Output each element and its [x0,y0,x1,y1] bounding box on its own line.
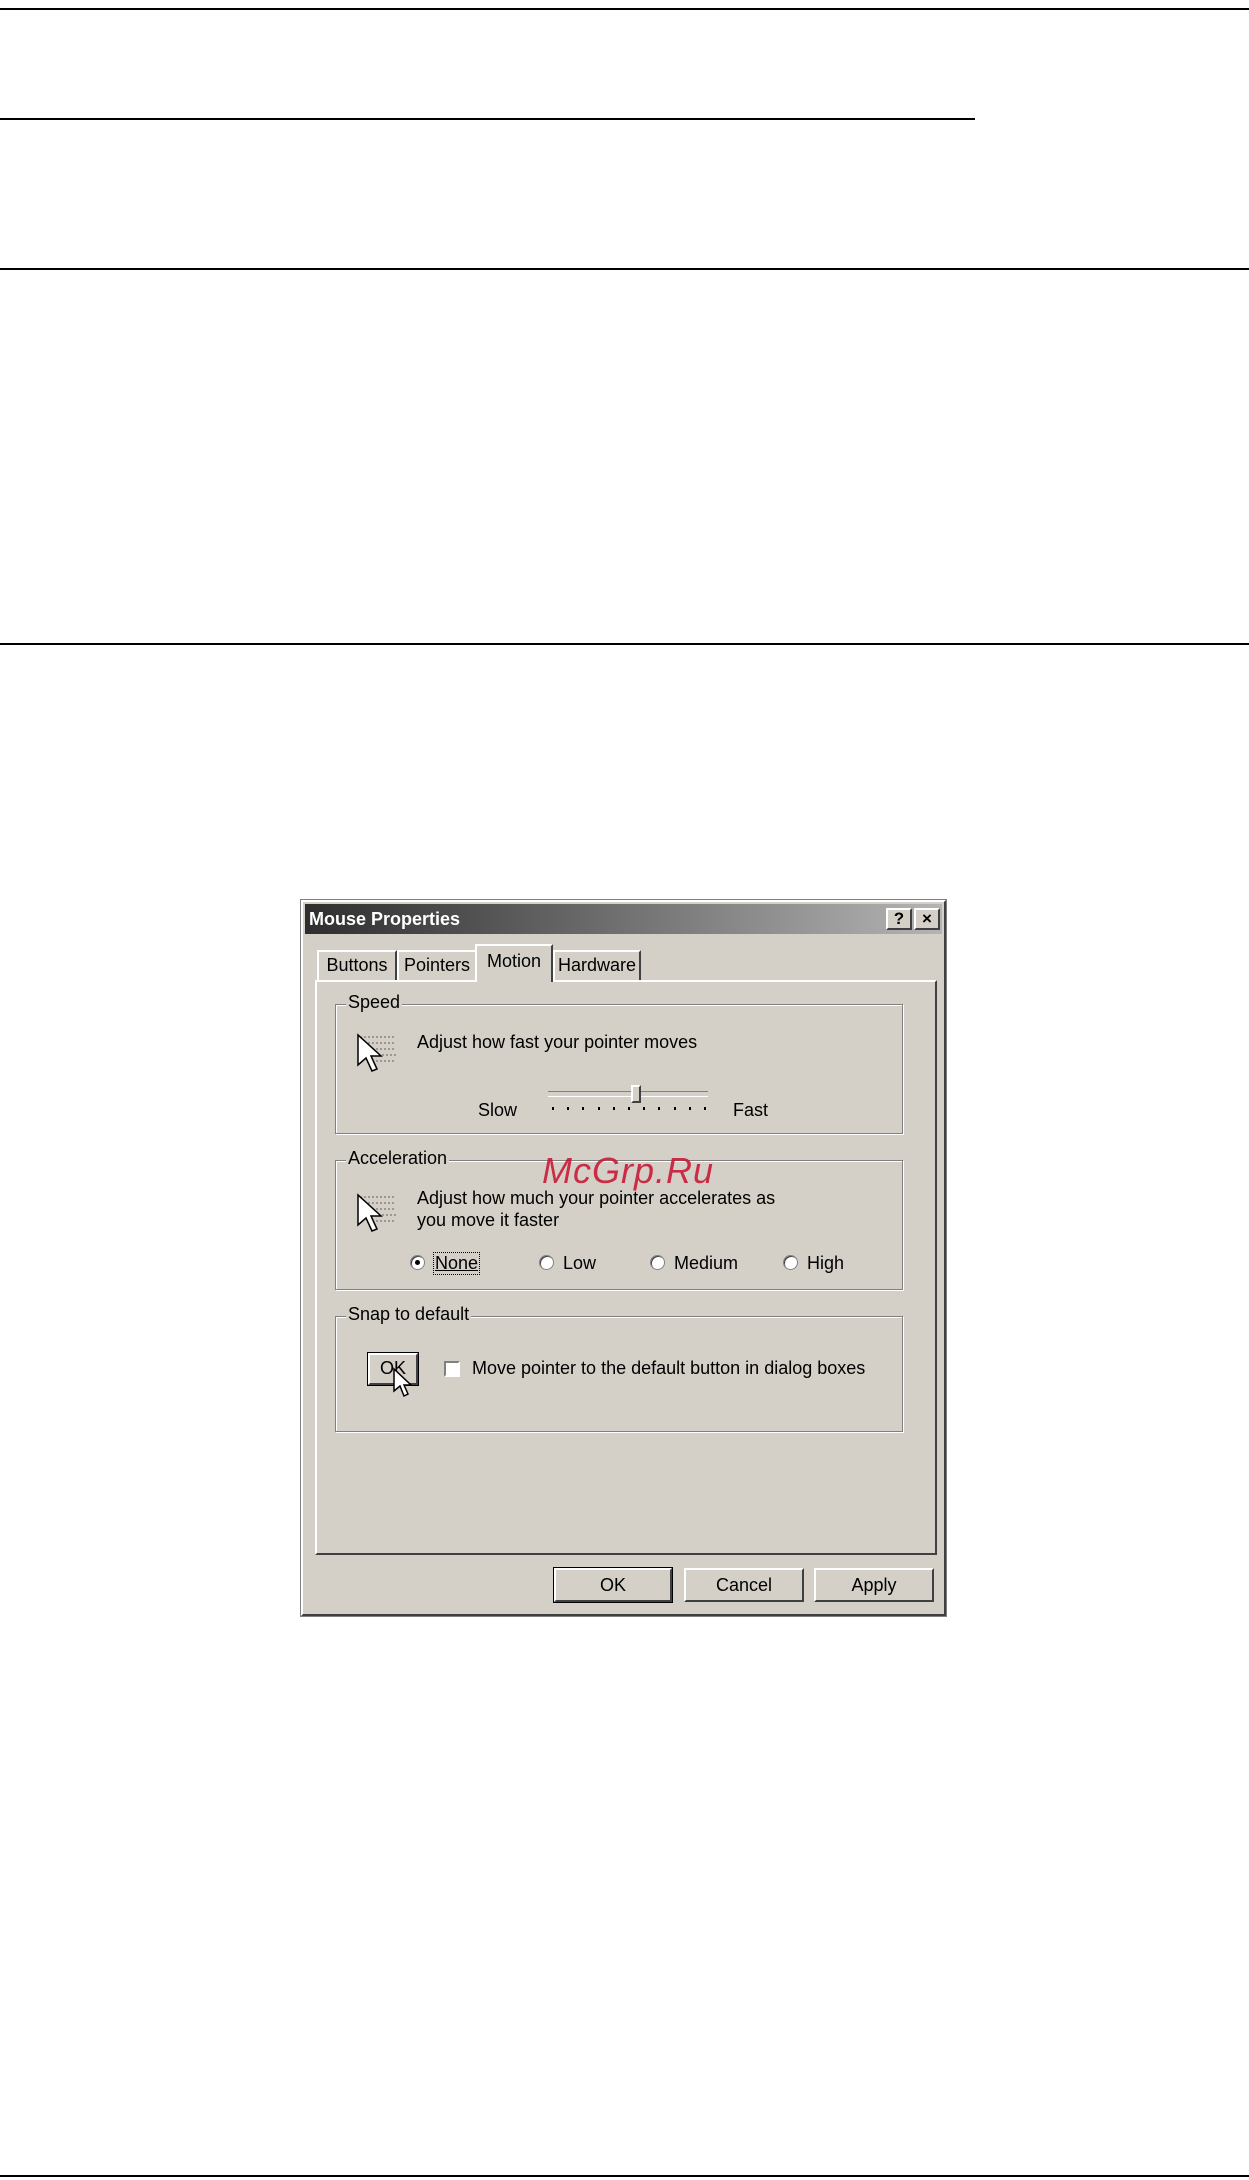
snap-checkbox[interactable] [444,1361,460,1377]
snap-legend: Snap to default [346,1304,472,1325]
apply-button[interactable]: Apply [814,1568,934,1602]
radio-none-label[interactable]: None [432,1252,481,1275]
acceleration-legend: Acceleration [346,1148,450,1169]
slider-tick [674,1107,676,1110]
cancel-button[interactable]: Cancel [684,1568,804,1602]
radio-medium[interactable] [650,1255,665,1270]
slider-thumb[interactable] [631,1085,641,1103]
fast-label: Fast [733,1100,769,1120]
page-rule-3 [0,643,1249,645]
slider-tick [613,1107,615,1110]
slow-label: Slow [478,1100,518,1120]
tab-buttons[interactable]: Buttons [317,950,397,980]
slider-tick [552,1107,554,1110]
acceleration-description-line2: you move it faster [417,1210,560,1230]
radio-low-label[interactable]: Low [563,1253,596,1274]
radio-low[interactable] [539,1255,554,1270]
page-rule-bottom [0,2175,1249,2177]
radio-medium-label[interactable]: Medium [674,1253,738,1274]
watermark: McGrp.Ru [542,1150,715,1191]
radio-high-label[interactable]: High [807,1253,844,1274]
ok-button[interactable]: OK [553,1567,673,1603]
cursor-arrow-icon [393,1367,413,1398]
page-rule-short [0,118,975,120]
page-rule-top [0,8,1249,10]
close-icon[interactable]: × [914,908,940,930]
slider-tick [598,1107,600,1110]
slider-tick [658,1107,660,1110]
page-rule-2 [0,268,1249,270]
dialog-titlebar[interactable]: Mouse Properties ? × [305,904,942,934]
mouse-properties-dialog: Mouse Properties ? × Buttons Pointers Mo… [300,899,947,1617]
motion-tab-panel: McGrp.Ru Speed Adjust how fast your poin… [315,980,937,1555]
slider-track [548,1091,708,1097]
tab-pointers[interactable]: Pointers [397,950,477,980]
pointer-speed-icon [357,1033,396,1072]
tab-hardware[interactable]: Hardware [553,950,641,980]
speed-legend: Speed [346,992,403,1013]
snap-to-default-group: Snap to default OK Move pointer to the d… [335,1304,903,1432]
slider-ticks [548,1107,708,1111]
speed-description: Adjust how fast your pointer moves [417,1032,698,1052]
slider-tick [567,1107,569,1110]
slider-tick [689,1107,691,1110]
help-icon[interactable]: ? [886,908,912,930]
slider-tick [628,1107,630,1110]
snap-checkbox-label[interactable]: Move pointer to the default button in di… [472,1358,865,1379]
slider-tick [582,1107,584,1110]
tab-motion[interactable]: Motion [475,944,553,982]
radio-high[interactable] [783,1255,798,1270]
radio-none[interactable] [410,1255,425,1270]
dialog-title: Mouse Properties [309,909,461,929]
speed-group: Speed Adjust how fast your pointer moves… [335,992,903,1134]
slider-tick [643,1107,645,1110]
pointer-acceleration-icon [357,1193,396,1232]
speed-slider[interactable] [548,1085,708,1115]
slider-tick [704,1107,706,1110]
